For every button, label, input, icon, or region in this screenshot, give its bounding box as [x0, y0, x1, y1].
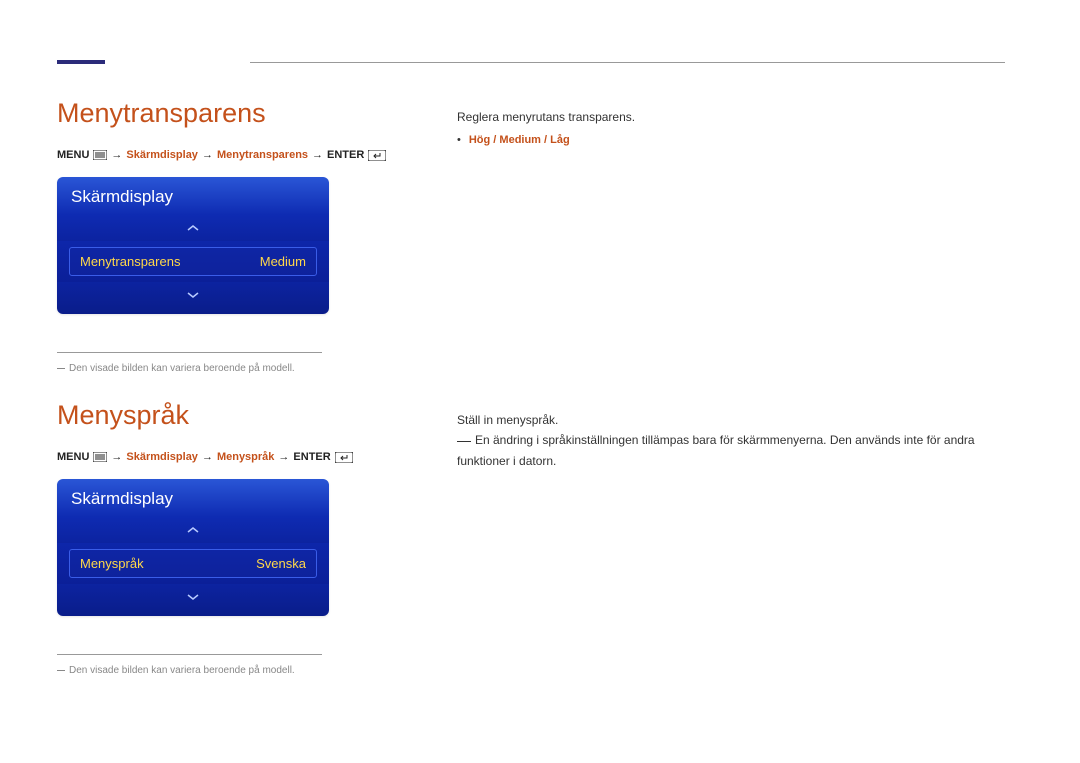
osd-arrow-down-2[interactable] — [57, 584, 329, 616]
osd-title-2: Skärmdisplay — [57, 479, 329, 517]
breadcrumb-arrow: → — [202, 451, 213, 463]
breadcrumb-enter-label: ENTER — [327, 149, 364, 161]
accent-bar — [57, 60, 105, 64]
desc-options-1: • Hög / Medium / Låg — [457, 134, 1017, 146]
breadcrumb-1: MENU → Skärmdisplay → Menytransparens → … — [57, 149, 457, 161]
osd-arrow-up-1[interactable] — [57, 215, 329, 241]
section-menytransparens: Menytransparens MENU → Skärmdisplay → Me… — [57, 98, 1017, 374]
section-menysprak: Menyspråk MENU → Skärmdisplay → Menysprå… — [57, 400, 1017, 676]
osd-item-inner-2: Menyspråk Svenska — [69, 549, 317, 578]
breadcrumb-arrow: → — [312, 149, 323, 161]
chevron-down-icon — [186, 593, 200, 601]
note-text-2: Den visade bilden kan variera beroende p… — [57, 665, 457, 676]
bullet-icon: • — [457, 134, 461, 146]
chevron-down-icon — [186, 291, 200, 299]
osd-panel-1: Skärmdisplay Menytransparens Medium — [57, 177, 329, 314]
top-divider — [250, 62, 1005, 63]
note-divider-2 — [57, 654, 322, 655]
note-content-1: Den visade bilden kan variera beroende p… — [69, 363, 295, 374]
breadcrumb-arrow: → — [278, 451, 289, 463]
chevron-up-icon — [186, 224, 200, 232]
desc-block-2: Ställ in menyspråk. En ändring i språkin… — [457, 410, 1017, 471]
osd-item-value-1: Medium — [260, 254, 306, 269]
note-content-2: Den visade bilden kan variera beroende p… — [69, 665, 295, 676]
osd-item-label-1: Menytransparens — [80, 254, 180, 269]
breadcrumb-enter-label: ENTER — [293, 451, 330, 463]
desc-text-1: Reglera menyrutans transparens. — [457, 108, 1017, 126]
left-column-1: Menytransparens MENU → Skärmdisplay → Me… — [57, 98, 457, 374]
desc-content-2b: En ändring i språkinställningen tillämpa… — [457, 433, 975, 467]
right-column-2: Ställ in menyspråk. En ändring i språkin… — [457, 400, 1017, 676]
breadcrumb-arrow: → — [111, 149, 122, 161]
menu-icon — [93, 150, 107, 160]
breadcrumb-arrow: → — [202, 149, 213, 161]
note-text-1: Den visade bilden kan variera beroende p… — [57, 363, 457, 374]
desc-text-2: Ställ in menyspråk. — [457, 410, 1017, 430]
osd-arrow-down-1[interactable] — [57, 282, 329, 314]
heading-menysprak: Menyspråk — [57, 400, 457, 431]
dash-icon — [457, 441, 471, 442]
options-text-1: Hög / Medium / Låg — [469, 134, 570, 146]
osd-item-label-2: Menyspråk — [80, 556, 144, 571]
breadcrumb-arrow: → — [111, 451, 122, 463]
breadcrumb-2: MENU → Skärmdisplay → Menyspråk → ENTER — [57, 451, 457, 463]
breadcrumb-menytransparens: Menytransparens — [217, 149, 308, 161]
left-column-2: Menyspråk MENU → Skärmdisplay → Menysprå… — [57, 400, 457, 676]
desc-text-2b: En ändring i språkinställningen tillämpa… — [457, 430, 1017, 471]
note-divider-1 — [57, 352, 322, 353]
osd-panel-2: Skärmdisplay Menyspråk Svenska — [57, 479, 329, 616]
menu-icon — [93, 452, 107, 462]
osd-item-inner-1: Menytransparens Medium — [69, 247, 317, 276]
osd-item-1[interactable]: Menytransparens Medium — [57, 241, 329, 282]
right-column-1: Reglera menyrutans transparens. • Hög / M… — [457, 98, 1017, 374]
note-dash-icon — [57, 670, 65, 671]
heading-menytransparens: Menytransparens — [57, 98, 457, 129]
osd-item-value-2: Svenska — [256, 556, 306, 571]
breadcrumb-menu-label: MENU — [57, 451, 89, 463]
breadcrumb-skarmdisplay: Skärmdisplay — [126, 451, 198, 463]
breadcrumb-menysprak: Menyspråk — [217, 451, 274, 463]
enter-icon — [335, 452, 353, 463]
breadcrumb-menu-label: MENU — [57, 149, 89, 161]
breadcrumb-skarmdisplay: Skärmdisplay — [126, 149, 198, 161]
enter-icon — [368, 150, 386, 161]
note-dash-icon — [57, 368, 65, 369]
osd-arrow-up-2[interactable] — [57, 517, 329, 543]
osd-title-1: Skärmdisplay — [57, 177, 329, 215]
osd-item-2[interactable]: Menyspråk Svenska — [57, 543, 329, 584]
chevron-up-icon — [186, 526, 200, 534]
